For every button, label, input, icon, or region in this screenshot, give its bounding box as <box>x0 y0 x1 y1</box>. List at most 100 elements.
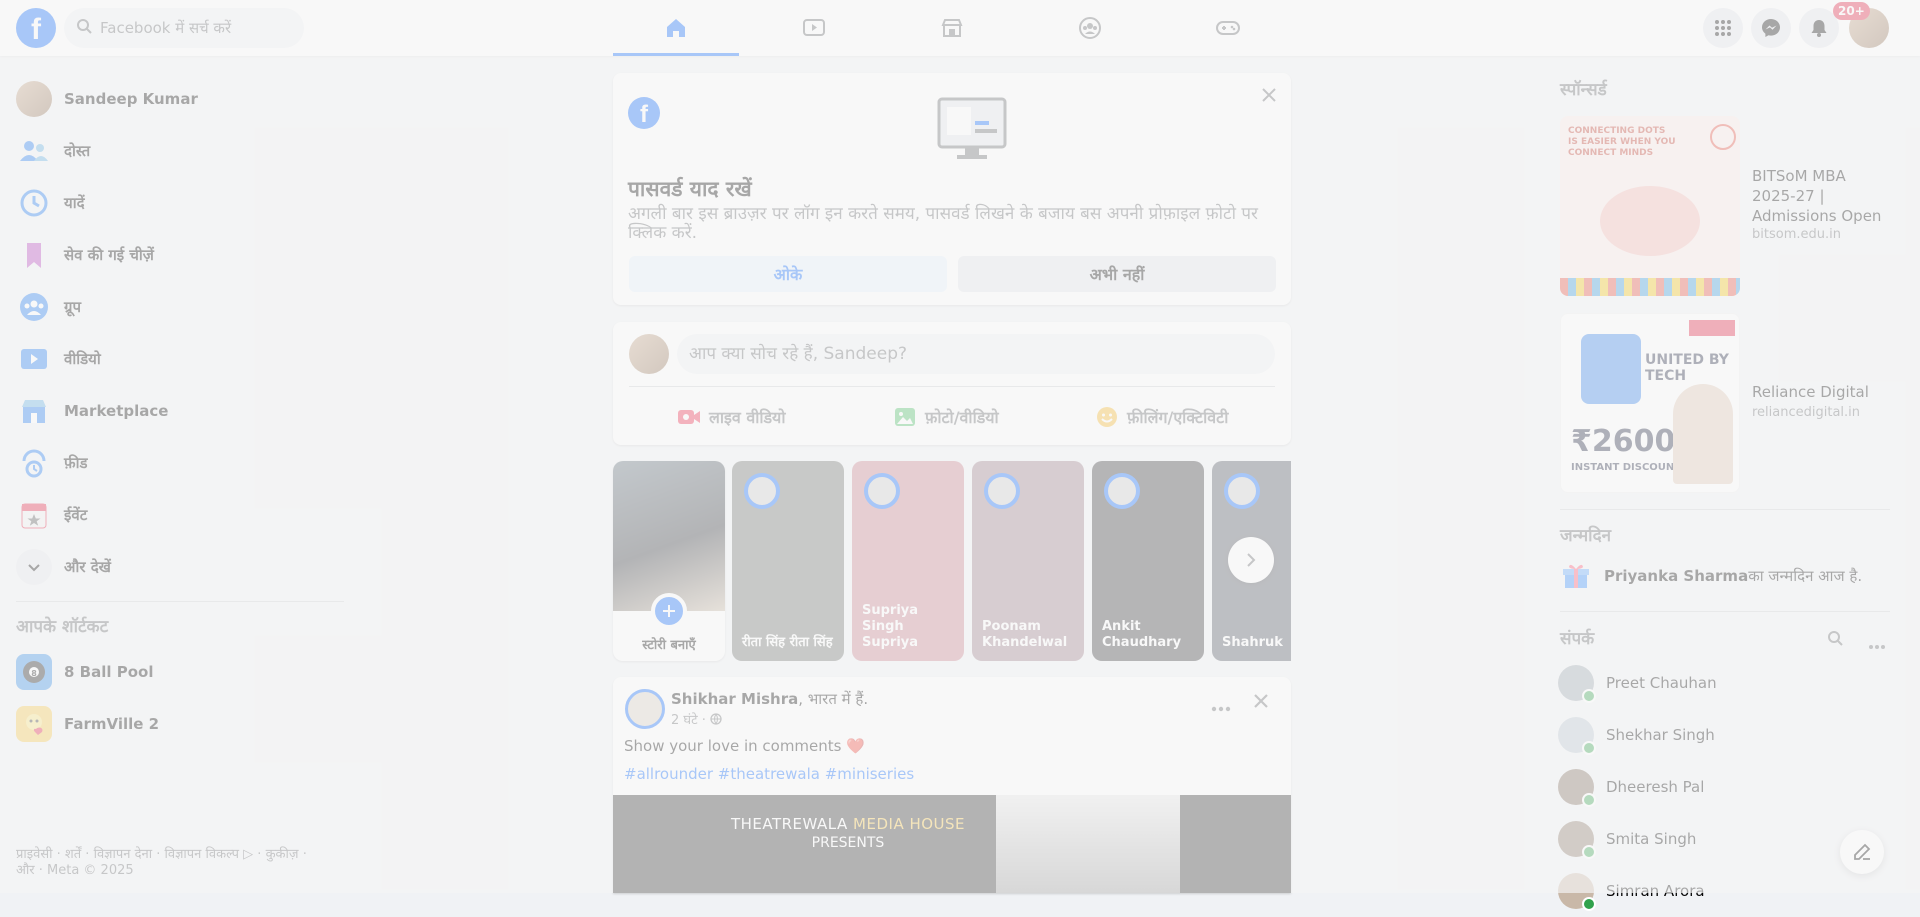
chevron-down-icon <box>16 549 52 585</box>
story-card[interactable]: Poonam Khandelwal <box>972 461 1084 661</box>
post-text: Show your love in comments ❤️ <box>624 737 865 755</box>
feeling-activity-button[interactable]: फ़ीलिंग/एक्टिविटी <box>1095 397 1228 437</box>
contacts-search-icon[interactable] <box>1827 630 1843 650</box>
home-icon <box>667 19 685 37</box>
composer-divider <box>629 386 1275 387</box>
photo-icon <box>895 408 915 426</box>
tab-marketplace[interactable] <box>889 0 1015 56</box>
composer-avatar[interactable] <box>629 334 669 374</box>
create-story-label: स्टोरी बनाएँ <box>642 638 696 653</box>
contact-item[interactable]: Simran Arora <box>1558 865 1888 917</box>
sponsored-title: स्पॉन्सर्ड <box>1560 80 1607 100</box>
more-options-icon[interactable] <box>1211 697 1231 716</box>
birthday-text: का जन्मदिन आज है. <box>1748 567 1863 585</box>
search-icon <box>76 18 92 38</box>
live-video-icon <box>678 410 700 424</box>
stories-next-button[interactable] <box>1228 537 1274 583</box>
notification-badge: 20+ <box>1833 2 1870 20</box>
birthday-item[interactable]: Priyanka Sharma का जन्मदिन आज है. <box>1562 562 1862 590</box>
live-video-button[interactable]: लाइव वीडियो <box>677 397 785 437</box>
birthday-name: Priyanka Sharma <box>1604 567 1749 585</box>
feeling-icon <box>1097 407 1117 427</box>
ad-image-reliance[interactable]: UNITED BY TECH ₹26000 INSTANT DISCOUNT <box>1560 313 1740 493</box>
right-divider <box>1560 611 1890 612</box>
sidebar-item-video[interactable]: वीडियो <box>16 337 336 381</box>
feed-post: Shikhar Mishra, भारत में हैं. 2 घंटे · S… <box>613 677 1291 893</box>
create-story-card[interactable]: स्टोरी बनाएँ <box>613 461 725 661</box>
story-card[interactable]: Supriya Singh Supriya <box>852 461 964 661</box>
sidebar-item-marketplace[interactable]: Marketplace <box>16 389 336 433</box>
search-placeholder: Facebook में सर्च करें <box>100 19 232 37</box>
sidebar-item-friends[interactable]: दोस्त <box>16 129 336 173</box>
close-icon[interactable] <box>1261 87 1277 107</box>
groups-icon <box>16 289 52 325</box>
gift-icon <box>1563 564 1589 588</box>
tab-groups[interactable] <box>1027 0 1153 56</box>
password-card-title: पासवर्ड याद रखें <box>628 177 752 201</box>
ad-image-bitsom[interactable]: CONNECTING DOTS IS EASIER WHEN YOU CONNE… <box>1560 116 1740 296</box>
sidebar-item-see-more[interactable]: और देखें <box>16 545 336 589</box>
shortcut-farmville-2[interactable]: FarmVille 2 <box>16 702 336 746</box>
story-avatar <box>864 473 900 509</box>
shortcut-label: FarmVille 2 <box>64 715 160 733</box>
sidebar-item-label: और देखें <box>64 558 111 576</box>
ok-button[interactable]: ओके <box>629 256 947 292</box>
tab-home[interactable] <box>613 0 739 56</box>
story-name: Poonam Khandelwal <box>982 619 1068 650</box>
groups-tab-icon <box>1079 17 1101 39</box>
contact-item[interactable]: Preet Chauhan <box>1558 657 1888 709</box>
not-now-button[interactable]: अभी नहीं <box>958 256 1276 292</box>
post-location: , भारत में हैं. <box>798 690 869 708</box>
contacts-more-icon[interactable] <box>1868 635 1886 654</box>
chevron-right-icon <box>1247 553 1256 567</box>
photo-video-button[interactable]: फ़ोटो/वीडियो <box>893 397 999 437</box>
post-time[interactable]: 2 घंटे · <box>671 710 706 728</box>
ad-title-bitsom[interactable]: BITSoM MBA 2025-27 | Admissions Open <box>1752 166 1892 226</box>
contact-item[interactable]: Smita Singh <box>1558 813 1888 865</box>
contact-item[interactable]: Shekhar Singh <box>1558 709 1888 761</box>
contact-name: Dheeresh Pal <box>1606 778 1705 796</box>
contacts-title: संपर्क <box>1560 629 1595 649</box>
post-author-name[interactable]: Shikhar Mishra <box>671 690 798 708</box>
story-avatar <box>1224 473 1260 509</box>
shortcut-8-ball-pool[interactable]: 8 8 Ball Pool <box>16 650 336 694</box>
live-video-label: लाइव वीडियो <box>709 408 786 427</box>
sidebar-item-label: यादें <box>64 194 85 212</box>
sidebar-item-label: ईवेंट <box>64 506 88 524</box>
sidebar-item-memories[interactable]: यादें <box>16 181 336 225</box>
tab-gaming[interactable] <box>1165 0 1291 56</box>
post-header: Shikhar Mishra, भारत में हैं. <box>671 689 868 709</box>
sidebar-item-groups[interactable]: ग्रूप <box>16 285 336 329</box>
story-name: रीता सिंह रीता सिंह <box>742 635 833 650</box>
contact-item[interactable]: Dheeresh Pal <box>1558 761 1888 813</box>
sidebar-item-profile[interactable]: Sandeep Kumar <box>16 77 336 121</box>
close-icon[interactable] <box>1253 693 1269 713</box>
post-hashtags[interactable]: #allrounder #theatrewala #miniseries <box>624 765 914 783</box>
sidebar-item-feed[interactable]: फ़ीड <box>16 441 336 485</box>
menu-button[interactable] <box>1703 8 1743 48</box>
feeling-activity-label: फ़ीलिंग/एक्टिविटी <box>1127 408 1229 427</box>
story-card[interactable]: रीता सिंह रीता सिंह <box>732 461 844 661</box>
post-image[interactable]: THEATREWALA MEDIA HOUSE PRESENTS <box>613 795 1291 893</box>
ad-image-slogan: UNITED BY TECH <box>1645 352 1729 384</box>
ad-domain-bitsom: bitsom.edu.in <box>1752 227 1841 242</box>
facebook-logo[interactable]: f <box>16 8 56 48</box>
contact-name: Preet Chauhan <box>1606 674 1717 692</box>
new-message-button[interactable] <box>1840 830 1884 874</box>
birthdays-title: जन्मदिन <box>1560 526 1612 546</box>
tab-video[interactable] <box>751 0 877 56</box>
footer-links[interactable]: प्राइवेसी · शर्तें · विज्ञापन देना · विज… <box>16 847 336 879</box>
friends-icon <box>16 133 52 169</box>
event-icon <box>16 497 52 533</box>
search-input[interactable]: Facebook में सर्च करें <box>64 8 304 48</box>
composer-input[interactable]: आप क्या सोच रहे हैं, Sandeep? <box>677 334 1275 374</box>
post-author-avatar[interactable] <box>625 689 665 729</box>
ad-image-people <box>1673 384 1733 484</box>
video-tab-icon <box>803 19 825 36</box>
story-card[interactable]: Ankit Chaudhary <box>1092 461 1204 661</box>
sidebar-item-events[interactable]: ईवेंट <box>16 493 336 537</box>
ad-title-reliance[interactable]: Reliance Digital <box>1752 383 1869 401</box>
sidebar-item-saved[interactable]: सेव की गई चीज़ें <box>16 233 336 277</box>
messenger-button[interactable] <box>1751 8 1791 48</box>
sidebar-item-label: Sandeep Kumar <box>64 90 198 108</box>
